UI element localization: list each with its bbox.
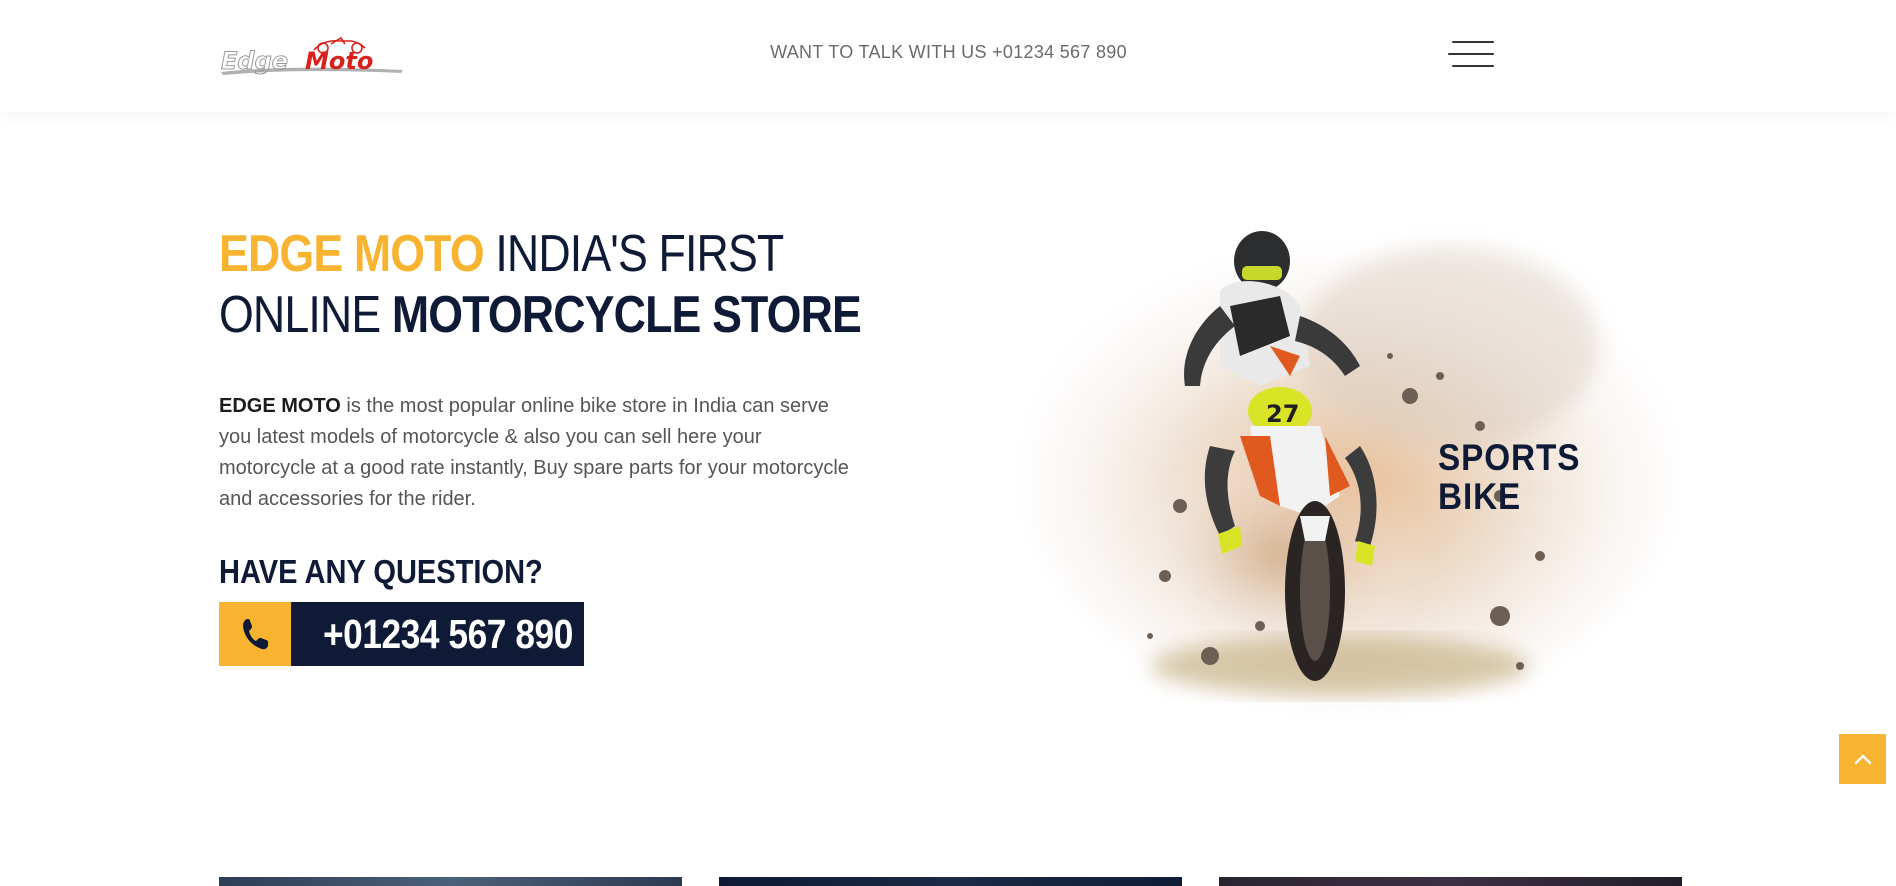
- image-label-line1: SPORTS: [1438, 437, 1581, 478]
- hero-title-line2-strong: MOTORCYCLE STORE: [391, 286, 862, 344]
- category-card-1[interactable]: [219, 877, 682, 886]
- hero-description-brand: EDGE MOTO: [219, 395, 341, 417]
- phone-number: +01234 567 890: [291, 602, 584, 666]
- site-header: Edge Moto WANT TO TALK WITH US +01234 56…: [0, 0, 1896, 112]
- hero-description: EDGE MOTO is the most popular online bik…: [219, 391, 859, 515]
- question-heading: HAVE ANY QUESTION?: [219, 553, 543, 590]
- phone-icon: [219, 602, 291, 666]
- category-card-3[interactable]: [1219, 877, 1682, 886]
- image-label-line2: BIKE: [1438, 476, 1522, 517]
- logo[interactable]: Edge Moto: [219, 36, 403, 78]
- image-label: SPORTS BIKE: [1438, 438, 1580, 516]
- hero-title-line1: INDIA'S FIRST: [483, 225, 784, 283]
- hamburger-menu-icon[interactable]: [1446, 38, 1494, 72]
- logo-graphic: Edge Moto: [221, 36, 403, 76]
- svg-text:27: 27: [1266, 400, 1299, 428]
- category-card-2[interactable]: [719, 877, 1182, 886]
- hero-title-accent: EDGE MOTO: [219, 225, 485, 283]
- svg-text:Moto: Moto: [305, 47, 373, 75]
- scroll-to-top-button[interactable]: [1839, 734, 1886, 784]
- svg-text:Edge: Edge: [221, 47, 288, 75]
- chevron-up-icon: [1854, 754, 1871, 765]
- hero-title: EDGE MOTO INDIA'S FIRST ONLINE MOTORCYCL…: [219, 224, 862, 346]
- hero-title-line2-light: ONLINE: [219, 286, 392, 344]
- call-button[interactable]: +01234 567 890: [219, 602, 584, 666]
- contact-phone-text: WANT TO TALK WITH US +01234 567 890: [770, 42, 1127, 62]
